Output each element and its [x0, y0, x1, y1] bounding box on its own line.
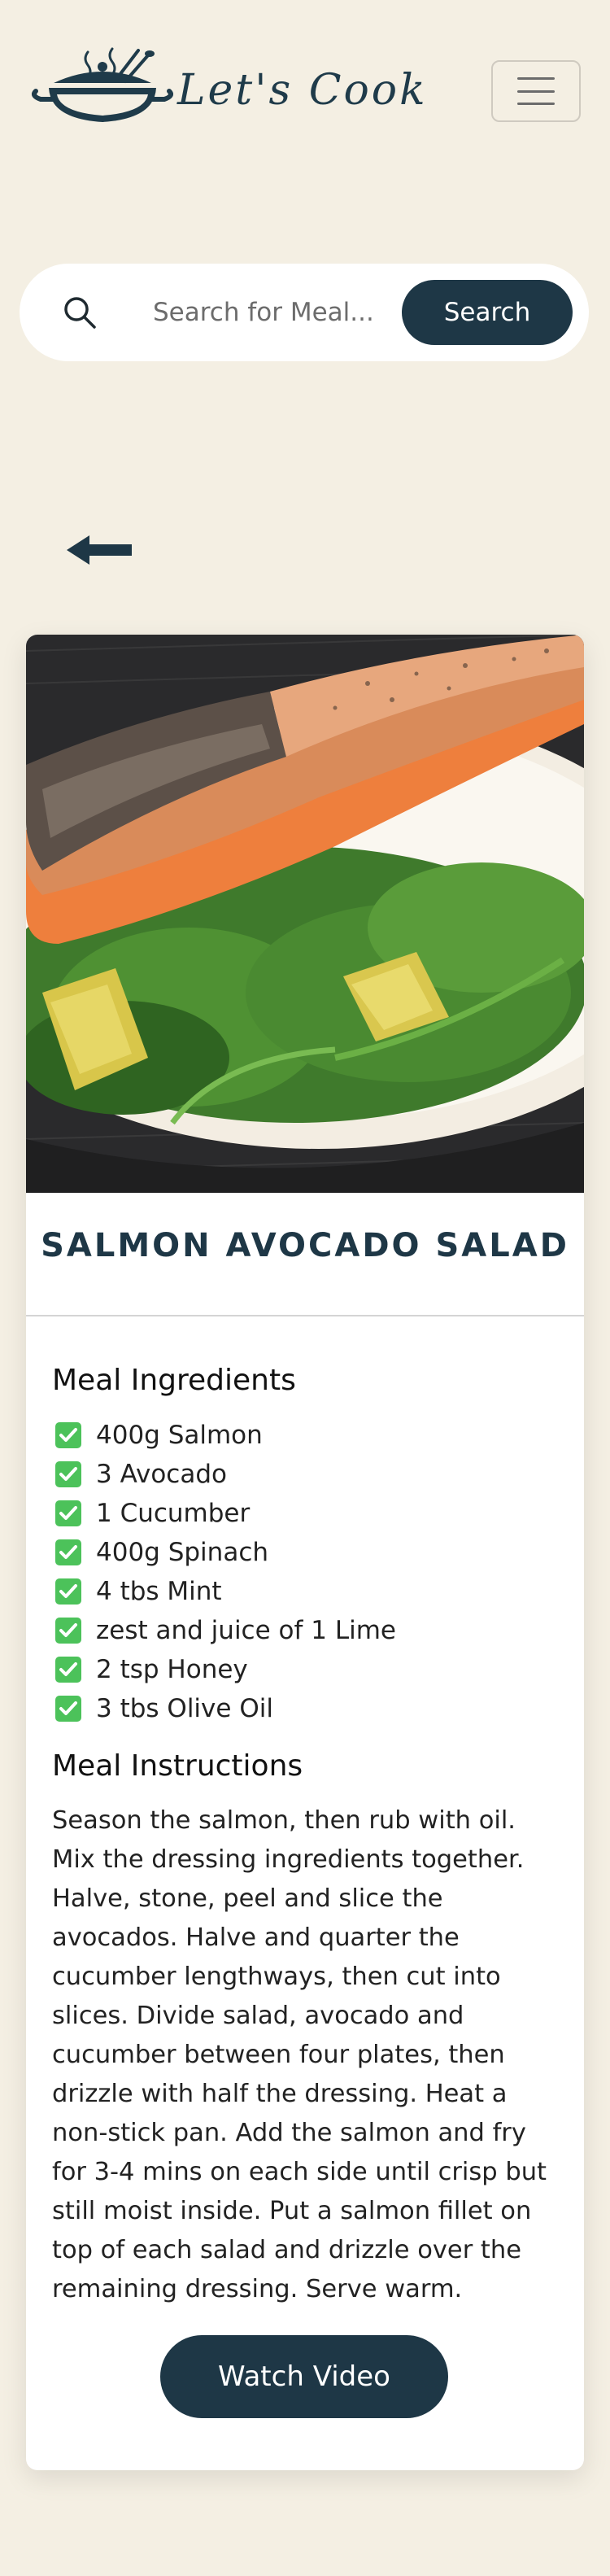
checkbox-checked-icon [55, 1696, 81, 1722]
checkbox-checked-icon [55, 1461, 81, 1487]
ingredient-text: zest and juice of 1 Lime [96, 1616, 396, 1645]
meal-details-card: SALMON AVOCADO SALAD Meal Ingredients 40… [26, 635, 584, 2470]
ingredient-item: 1 Cucumber [55, 1494, 396, 1533]
ingredient-text: 3 tbs Olive Oil [96, 1694, 273, 1723]
checkbox-checked-icon [55, 1500, 81, 1526]
title-divider [26, 1315, 584, 1316]
ingredient-text: 400g Salmon [96, 1421, 263, 1450]
ingredient-item: 3 tbs Olive Oil [55, 1689, 396, 1728]
search-input[interactable] [133, 286, 405, 338]
ingredient-item: 3 Avocado [55, 1455, 396, 1494]
checkbox-checked-icon [55, 1657, 81, 1683]
ingredient-text: 2 tsp Honey [96, 1655, 248, 1684]
hamburger-menu-icon [517, 77, 555, 105]
checkbox-checked-icon [55, 1539, 81, 1565]
ingredient-text: 4 tbs Mint [96, 1577, 222, 1606]
instructions-heading: Meal Instructions [52, 1749, 303, 1783]
ingredient-text: 3 Avocado [96, 1460, 227, 1489]
ingredient-item: 400g Spinach [55, 1533, 396, 1572]
ingredient-item: 2 tsp Honey [55, 1650, 396, 1689]
ingredient-item: 4 tbs Mint [55, 1572, 396, 1611]
brand-logo[interactable]: Let's Cook [31, 46, 428, 127]
checkbox-checked-icon [55, 1422, 81, 1448]
cooking-pot-icon [32, 47, 173, 122]
arrow-left-icon [67, 535, 132, 565]
ingredient-text: 400g Spinach [96, 1538, 269, 1567]
site-header: Let's Cook [0, 0, 610, 187]
brand-name: Let's Cook [177, 66, 428, 115]
instructions-text: Season the salmon, then rub with oil. Mi… [52, 1806, 547, 2303]
search-bar: Search [20, 264, 589, 361]
ingredient-list: 400g Salmon 3 Avocado 1 Cucumber 400g Sp… [55, 1416, 396, 1728]
menu-toggle-button[interactable] [491, 60, 581, 122]
back-button[interactable] [67, 529, 137, 571]
search-button[interactable]: Search [402, 280, 573, 345]
ingredient-item: 400g Salmon [55, 1416, 396, 1455]
meal-title: SALMON AVOCADO SALAD [41, 1227, 569, 1264]
ingredients-heading: Meal Ingredients [52, 1364, 296, 1397]
checkbox-checked-icon [55, 1618, 81, 1644]
meal-image [26, 635, 584, 1193]
watch-video-button[interactable]: Watch Video [160, 2335, 448, 2418]
ingredient-text: 1 Cucumber [96, 1499, 251, 1528]
ingredient-item: zest and juice of 1 Lime [55, 1611, 396, 1650]
search-icon [64, 297, 96, 329]
checkbox-checked-icon [55, 1578, 81, 1605]
